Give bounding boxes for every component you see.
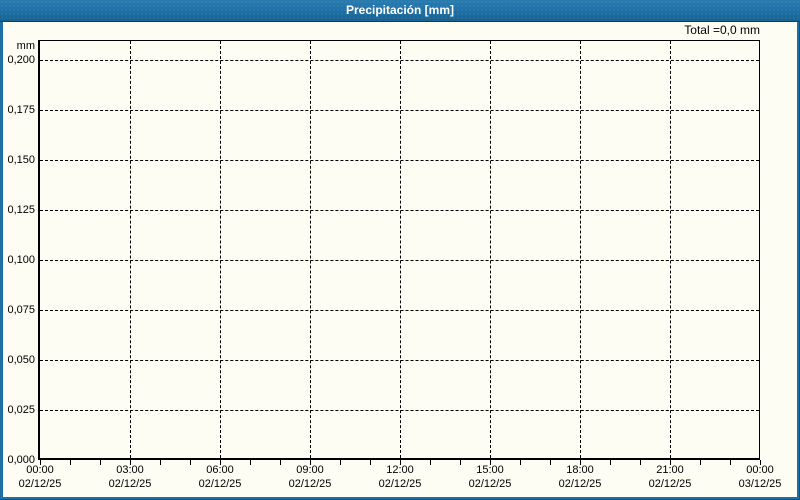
x-tick-label: 21:00 02/12/25 [625,463,715,491]
x-tick-date: 02/12/25 [468,478,512,490]
x-tick-date: 02/12/25 [378,478,422,490]
x-tick-label: 18:00 02/12/25 [535,463,625,491]
y-tick-label: 0,050 [7,354,35,366]
gridline-vertical [220,41,221,458]
chart-window: Precipitación [mm] Total =0,0 mm mm 0,20… [0,0,800,500]
x-tick-label: 06:00 02/12/25 [175,463,265,491]
x-tick-time: 15:00 [476,464,504,476]
x-tick-date: 02/12/25 [648,478,692,490]
x-tick-date: 02/12/25 [108,478,152,490]
x-tick-date: 02/12/25 [558,478,602,490]
x-tick-label: 03:00 02/12/25 [85,463,175,491]
x-tick-date: 03/12/25 [738,478,782,490]
x-tick-time: 12:00 [386,464,414,476]
x-tick-time: 03:00 [116,464,144,476]
y-tick-label: 0,175 [7,104,35,116]
x-tick-label: 00:00 02/12/25 [0,463,85,491]
x-tick-time: 00:00 [746,464,774,476]
x-tick-date: 02/12/25 [18,478,62,490]
total-precipitation-label: Total =0,0 mm [684,23,760,37]
x-tick-time: 00:00 [26,464,54,476]
y-axis-unit-label: mm [16,40,35,52]
x-tick-label: 12:00 02/12/25 [355,463,445,491]
y-tick-label: 0,100 [7,254,35,266]
y-tick-label: 0,075 [7,304,35,316]
gridline-vertical [130,41,131,458]
chart-title: Precipitación [mm] [345,3,455,17]
gridline-vertical [490,41,491,458]
chart-title-bar: Precipitación [mm] [0,0,800,22]
x-tick-label: 09:00 02/12/25 [265,463,355,491]
x-tick-time: 21:00 [656,464,684,476]
gridline-vertical [580,41,581,458]
gridline-vertical [310,41,311,458]
x-tick-label: 00:00 03/12/25 [715,463,800,491]
gridline-vertical [400,41,401,458]
y-tick-label: 0,125 [7,204,35,216]
y-tick-label: 0,025 [7,404,35,416]
x-tick-time: 09:00 [296,464,324,476]
x-tick-time: 06:00 [206,464,234,476]
x-tick-date: 02/12/25 [198,478,242,490]
gridline-vertical [670,41,671,458]
plot-area [38,40,760,460]
x-tick-label: 15:00 02/12/25 [445,463,535,491]
x-tick-time: 18:00 [566,464,594,476]
y-tick-label: 0,150 [7,154,35,166]
x-tick-date: 02/12/25 [288,478,332,490]
y-tick-label: 0,200 [7,54,35,66]
